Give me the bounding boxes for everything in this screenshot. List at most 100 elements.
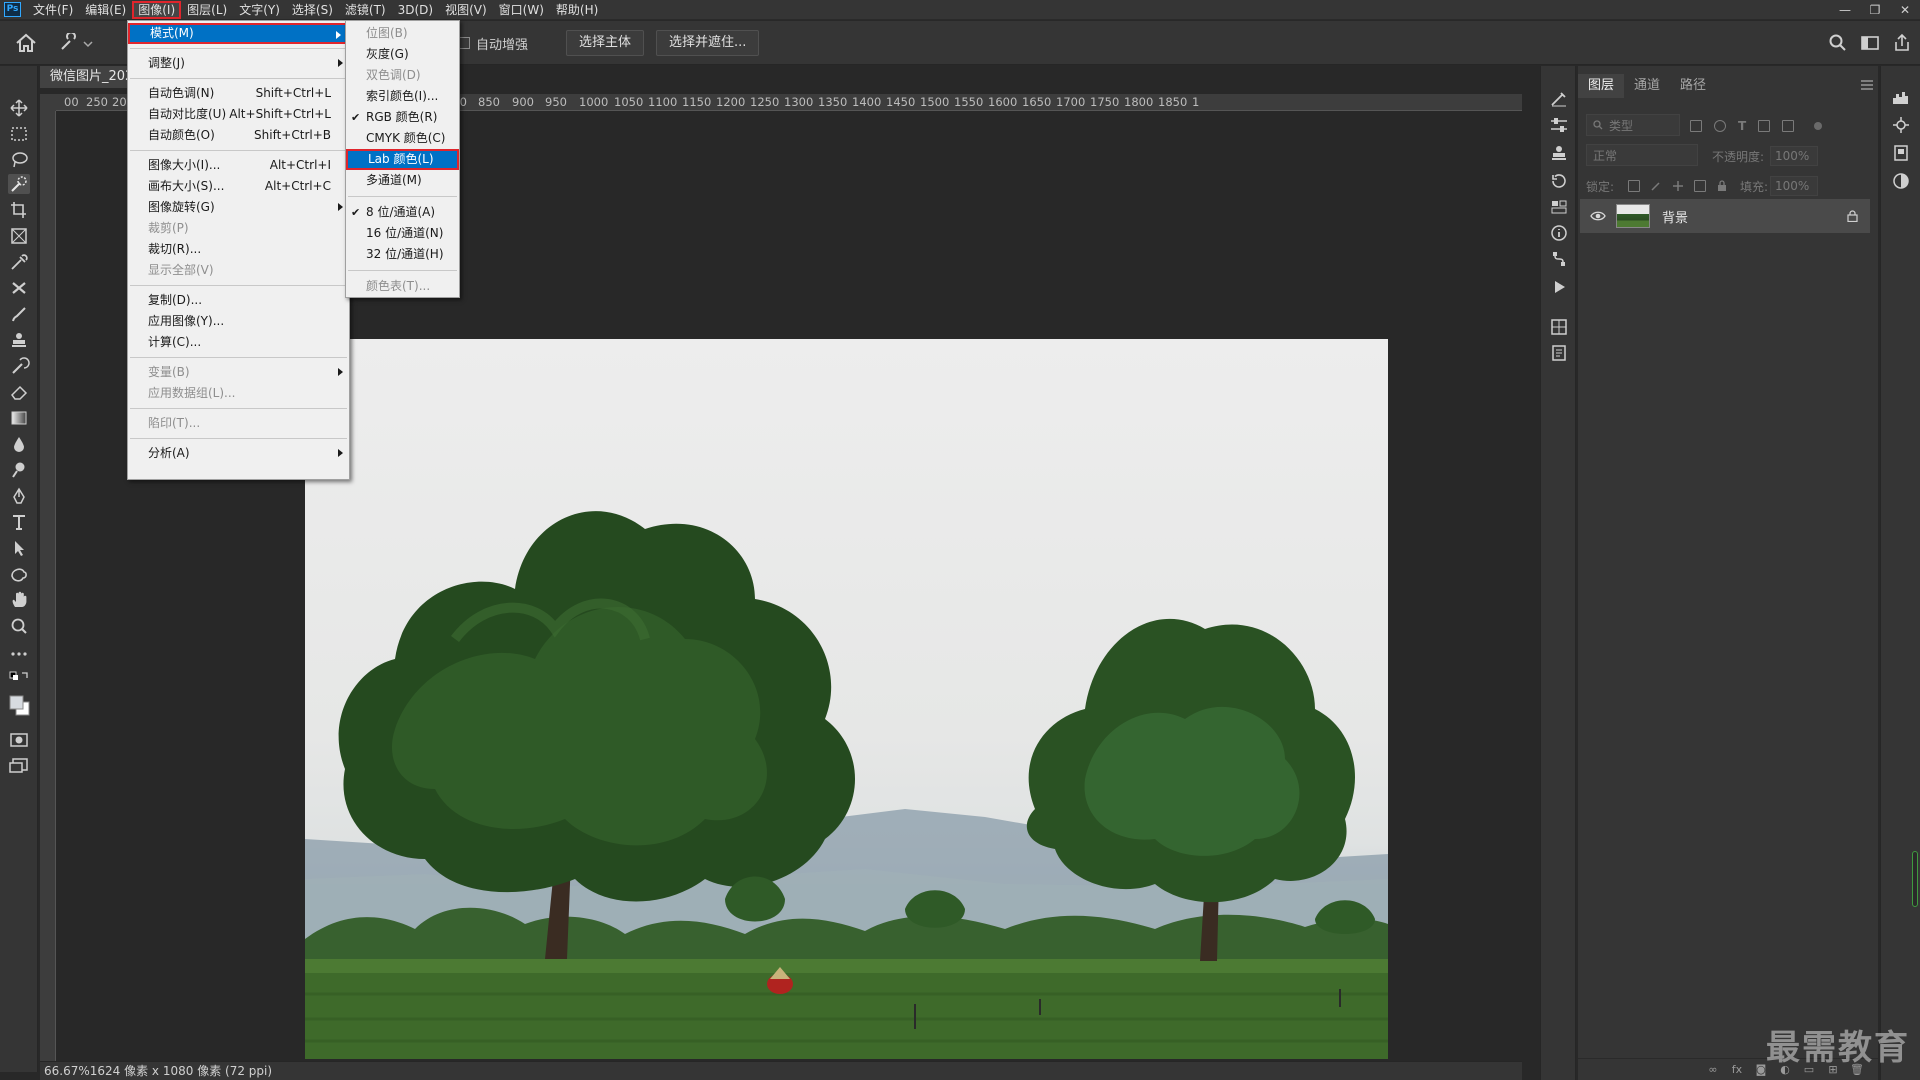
lock-artboard-icon[interactable] — [1694, 180, 1706, 192]
lasso-tool-icon[interactable] — [8, 150, 30, 170]
paths-icon[interactable] — [1549, 250, 1569, 268]
visibility-eye-icon[interactable] — [1590, 210, 1606, 222]
filter-toggle-icon[interactable] — [1814, 122, 1823, 130]
brush-settings-icon[interactable] — [1549, 90, 1569, 108]
screen-mode-icon[interactable] — [8, 756, 30, 776]
image-menu-item-8[interactable]: 图像大小(I)... Alt+Ctrl+I — [128, 155, 349, 176]
history-icon[interactable] — [1549, 172, 1569, 190]
menu-item-7[interactable]: 3D(D) — [392, 1, 439, 19]
adjustments-icon[interactable] — [1549, 116, 1569, 134]
hand-tool-icon[interactable] — [8, 590, 30, 610]
image-menu-item-6[interactable]: 自动颜色(O) Shift+Ctrl+B — [128, 125, 349, 146]
properties-icon[interactable] — [1549, 198, 1569, 216]
share-icon[interactable] — [1892, 33, 1912, 53]
eyedropper-tool-icon[interactable] — [8, 252, 30, 272]
brush-tool-icon[interactable] — [8, 304, 30, 324]
image-menu-item-9[interactable]: 画布大小(S)... Alt+Ctrl+C — [128, 176, 349, 197]
lock-all-icon[interactable] — [1716, 180, 1728, 192]
tab-layers[interactable]: 图层 — [1578, 74, 1625, 98]
color-icon[interactable] — [1891, 172, 1911, 190]
menu-item-0[interactable]: 文件(F) — [27, 1, 79, 19]
panel-scroll-indicator[interactable] — [1912, 851, 1918, 907]
image-menu-item-12[interactable]: 裁切(R)... — [128, 239, 349, 260]
select-subject-button[interactable]: 选择主体 — [566, 30, 645, 56]
history-brush-tool-icon[interactable] — [8, 356, 30, 376]
filter-type-icon[interactable]: T — [1738, 119, 1746, 133]
move-tool-icon[interactable] — [8, 98, 30, 118]
menu-item-1[interactable]: 编辑(E) — [79, 1, 132, 19]
gradient-tool-icon[interactable] — [8, 408, 30, 428]
info-icon[interactable] — [1549, 224, 1569, 242]
mode-submenu-item-5[interactable]: CMYK 颜色(C) — [346, 128, 459, 149]
mode-submenu-item-10[interactable]: 16 位/通道(N) — [346, 223, 459, 244]
panel-menu-icon[interactable] — [1860, 80, 1874, 90]
link-icon[interactable]: ∞ — [1706, 1063, 1720, 1076]
filter-smart-object-icon[interactable] — [1782, 120, 1795, 132]
filter-adjustment-icon[interactable] — [1714, 120, 1726, 132]
home-icon[interactable] — [14, 32, 38, 54]
blend-mode-select[interactable]: 正常 — [1586, 144, 1698, 166]
custom-shape-tool-icon[interactable] — [8, 564, 30, 584]
clone-stamp-tool-icon[interactable] — [8, 330, 30, 350]
lock-position-icon[interactable] — [1672, 180, 1684, 192]
quick-mask-icon[interactable] — [8, 730, 30, 750]
notes-icon[interactable] — [1549, 344, 1569, 362]
image-menu-item-16[interactable]: 应用图像(Y)... — [128, 311, 349, 332]
filter-shape-icon[interactable] — [1758, 120, 1771, 132]
menu-item-2[interactable]: 图像(I) — [132, 0, 182, 19]
layer-filter-select[interactable]: 类型 — [1586, 114, 1680, 136]
layer-name[interactable]: 背景 — [1662, 207, 1688, 226]
pen-tool-icon[interactable] — [8, 486, 30, 506]
document-photo[interactable] — [305, 339, 1388, 1059]
lock-image-icon[interactable] — [1650, 180, 1662, 192]
navigator-icon[interactable] — [1891, 116, 1911, 134]
fill-field[interactable]: 100% — [1770, 176, 1818, 196]
workspace-icon[interactable] — [1860, 33, 1880, 53]
tab-channels[interactable]: 通道 — [1624, 74, 1670, 98]
document-tab[interactable]: 微信图片_202 — [40, 66, 140, 88]
dodge-tool-icon[interactable] — [8, 460, 30, 480]
minimize-button[interactable]: — — [1830, 0, 1860, 20]
fx-icon[interactable]: fx — [1730, 1063, 1744, 1076]
quick-selection-preset-icon[interactable] — [58, 31, 98, 53]
mode-submenu-item-7[interactable]: 多通道(M) — [346, 170, 459, 191]
menu-item-6[interactable]: 滤镜(T) — [339, 1, 392, 19]
menu-item-9[interactable]: 窗口(W) — [493, 1, 550, 19]
type-tool-icon[interactable] — [8, 512, 30, 532]
layer-comps-icon[interactable] — [1549, 318, 1569, 336]
image-menu-item-24[interactable]: 分析(A) — [128, 443, 349, 464]
libraries-icon[interactable] — [1891, 144, 1911, 162]
crop-tool-icon[interactable] — [8, 200, 30, 220]
path-selection-tool-icon[interactable] — [8, 538, 30, 558]
image-menu-item-10[interactable]: 图像旋转(G) — [128, 197, 349, 218]
default-colors-icon[interactable] — [8, 670, 30, 690]
search-icon[interactable] — [1828, 33, 1848, 53]
mode-submenu-item-1[interactable]: 灰度(G) — [346, 44, 459, 65]
menu-item-3[interactable]: 图层(L) — [181, 1, 233, 19]
healing-brush-tool-icon[interactable] — [8, 278, 30, 298]
color-swatches[interactable] — [8, 688, 30, 724]
quick-selection-tool-icon[interactable] — [8, 174, 30, 194]
restore-button[interactable]: ❐ — [1860, 0, 1890, 20]
more-tools-icon[interactable] — [8, 644, 30, 664]
opacity-field[interactable]: 100% — [1770, 146, 1818, 166]
marquee-tool-icon[interactable] — [8, 124, 30, 144]
menu-item-8[interactable]: 视图(V) — [439, 1, 493, 19]
image-menu-item-5[interactable]: 自动对比度(U) Alt+Shift+Ctrl+L — [128, 104, 349, 125]
clone-source-icon[interactable] — [1549, 144, 1569, 162]
image-menu-item-15[interactable]: 复制(D)... — [128, 290, 349, 311]
select-and-mask-button[interactable]: 选择并遮住... — [656, 30, 760, 56]
lock-transparent-icon[interactable] — [1628, 180, 1640, 192]
eraser-tool-icon[interactable] — [8, 382, 30, 402]
image-menu-item-2[interactable]: 调整(J) — [128, 53, 349, 74]
frame-tool-icon[interactable] — [8, 226, 30, 246]
mode-submenu-item-9[interactable]: 8 位/通道(A) ✔ — [346, 202, 459, 223]
actions-play-icon[interactable] — [1549, 278, 1569, 296]
tab-paths[interactable]: 路径 — [1670, 74, 1716, 98]
filter-pixel-icon[interactable] — [1690, 120, 1702, 132]
histogram-icon[interactable] — [1891, 88, 1911, 106]
layer-lock-icon[interactable] — [1847, 210, 1858, 222]
image-menu-item-17[interactable]: 计算(C)... — [128, 332, 349, 353]
blur-tool-icon[interactable] — [8, 434, 30, 454]
image-menu-item-4[interactable]: 自动色调(N) Shift+Ctrl+L — [128, 83, 349, 104]
